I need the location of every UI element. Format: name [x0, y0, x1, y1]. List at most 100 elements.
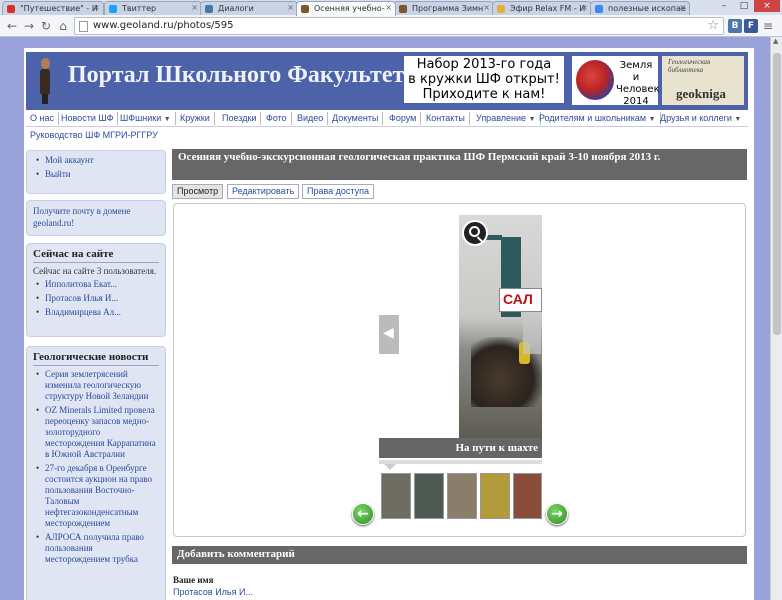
close-tab-icon[interactable]: × — [483, 3, 490, 12]
back-icon[interactable]: ← — [4, 18, 20, 34]
vk-extension-icon[interactable]: В — [728, 19, 742, 33]
home-icon[interactable]: ⌂ — [55, 18, 71, 34]
geokniga-logo[interactable]: Геологическая библиотека geokniga — [662, 56, 744, 105]
logo-text: geokniga — [676, 86, 726, 101]
browser-tab[interactable]: Эфир Relax FM - И × — [492, 1, 592, 15]
logo-arc-text: Геологическая библиотека — [668, 58, 711, 74]
hammer-icon — [301, 5, 309, 13]
tab-view[interactable]: Просмотр — [172, 184, 224, 199]
menu-item-documents[interactable]: Документы — [328, 112, 384, 125]
menu-item-management[interactable]: Управление ▼ — [472, 112, 541, 125]
menu-label: Контакты — [426, 113, 465, 123]
zoom-icon[interactable] — [462, 220, 488, 246]
thumbnail[interactable] — [447, 473, 477, 519]
browser-tab[interactable]: Твиттер × — [104, 1, 202, 15]
arrow-left-icon[interactable]: ← — [352, 503, 374, 525]
thumbnail-track — [379, 460, 542, 464]
menu-icon[interactable]: ≡ — [760, 18, 776, 34]
geo-news-block: Геологические новости Серия землетрясени… — [26, 346, 166, 600]
link-label: Выйти — [45, 169, 71, 179]
news-link[interactable]: 27-го декабря в Оренбурге состоится аукц… — [33, 463, 159, 529]
gallery-next-button[interactable] — [523, 315, 541, 354]
mail-promo-link[interactable]: Получите почту в домене geoland.ru! — [33, 205, 159, 229]
my-account-link[interactable]: Мой аккаунт — [33, 155, 159, 166]
photo-caption: На пути к шахте — [379, 438, 542, 458]
menu-item-video[interactable]: Видео — [293, 112, 329, 125]
close-tab-icon[interactable]: × — [581, 3, 588, 12]
twitter-icon — [109, 5, 117, 13]
maximize-button[interactable]: □ — [734, 0, 754, 12]
site-banner: Портал Школьного Факультета Набор 2013-г… — [26, 52, 748, 111]
page-title: Осенняя учебно-экскурсионная геологическ… — [172, 149, 747, 180]
browser-tab[interactable]: полезные ископае × — [590, 1, 690, 15]
menu-item-about[interactable]: О нас — [26, 112, 59, 125]
browser-tab[interactable]: Программа Зимн × — [394, 1, 494, 15]
menu-label: Документы — [332, 113, 379, 123]
star-icon[interactable]: ☆ — [707, 18, 719, 33]
menu-item-news[interactable]: Новости ШФ — [57, 112, 119, 125]
reload-icon[interactable]: ↻ — [38, 18, 54, 34]
browser-tab[interactable]: Диалоги × — [200, 1, 298, 15]
menu-label: Фото — [266, 113, 287, 123]
announcement-line: Набор 2013-го года — [416, 57, 552, 72]
tab-edit[interactable]: Редактировать — [227, 184, 300, 199]
logout-link[interactable]: Выйти — [33, 169, 159, 180]
link-label: Мой аккаунт — [45, 155, 94, 165]
minimize-button[interactable]: – — [714, 0, 734, 12]
thumbnail[interactable] — [480, 473, 510, 519]
browser-tab-active[interactable]: Осенняя учебно- × — [296, 1, 396, 16]
menu-label: Новости ШФ — [61, 113, 114, 123]
vk-icon — [205, 5, 213, 13]
extension-icon[interactable]: F — [744, 19, 758, 33]
address-bar[interactable]: www.geoland.ru/photos/595 ☆ — [74, 17, 724, 35]
tab-permissions[interactable]: Права доступа — [302, 184, 375, 199]
menu-item-photo[interactable]: Фото — [262, 112, 292, 125]
menu-item-members[interactable]: ШФшники ▼ — [116, 112, 176, 125]
site-title[interactable]: Портал Школьного Факультета — [68, 62, 417, 89]
close-tab-icon[interactable]: × — [679, 3, 686, 12]
news-link[interactable]: АЛРОСА получила право пользования местор… — [33, 532, 159, 565]
scrollbar-thumb[interactable] — [773, 53, 781, 335]
news-link[interactable]: Серия землетрясений изменила геологическ… — [33, 369, 159, 402]
close-tab-icon[interactable]: × — [287, 3, 294, 12]
page-icon — [79, 21, 88, 32]
close-tab-icon[interactable]: × — [93, 3, 100, 12]
thumbnail[interactable] — [414, 473, 444, 519]
menu-label: Друзья и коллеги — [660, 113, 732, 123]
name-label: Ваше имя — [173, 575, 214, 585]
menu-item-trips[interactable]: Поездки — [218, 112, 262, 125]
browser-tab-label: Осенняя учебно- — [314, 4, 385, 13]
google-icon — [595, 5, 603, 13]
thumbnail[interactable] — [381, 473, 411, 519]
menu-item-friends[interactable]: Друзья и коллеги ▼ — [656, 112, 745, 125]
menu-label: Форум — [389, 113, 417, 123]
gallery-prev-button[interactable]: ◀ — [379, 315, 399, 354]
scrollbar[interactable]: ▲ — [770, 37, 782, 600]
enrollment-announcement[interactable]: Набор 2013-го года в кружки ШФ открыт! П… — [404, 56, 564, 103]
earth-and-man-logo[interactable]: Земля и Человек 2014 — [572, 56, 660, 107]
news-link[interactable]: OZ Minerals Limited провела переоценку з… — [33, 405, 159, 460]
thumbnail[interactable] — [513, 473, 542, 519]
arrow-right-icon[interactable]: → — [546, 503, 568, 525]
menu-item-forum[interactable]: Форум — [385, 112, 422, 125]
online-user-link[interactable]: Ипполитова Екат... — [33, 279, 159, 290]
news-title: 27-го декабря в Оренбурге состоится аукц… — [45, 463, 152, 528]
browser-tab[interactable]: "Путешествие" - И × — [2, 1, 104, 15]
menu-item-contacts[interactable]: Контакты — [422, 112, 470, 125]
globe-icon — [576, 60, 614, 100]
close-window-button[interactable]: × — [754, 0, 780, 12]
mail-promo-block: Получите почту в домене geoland.ru! — [26, 200, 166, 236]
logo-text: Земля — [619, 60, 653, 71]
commenter-name-link[interactable]: Протасов Илья И... — [173, 587, 253, 597]
online-user-link[interactable]: Владимирцева Ал... — [33, 307, 159, 318]
menu-item-clubs[interactable]: Кружки — [176, 112, 215, 125]
menu-item-leadership[interactable]: Руководство ШФ МГРИ-РГГРУ — [26, 129, 162, 142]
online-user-link[interactable]: Протасов Илья И... — [33, 293, 159, 304]
scroll-up-icon[interactable]: ▲ — [773, 37, 778, 45]
close-tab-icon[interactable]: × — [191, 3, 198, 12]
menu-item-parents[interactable]: Родителям и школьникам ▼ — [535, 112, 661, 125]
close-tab-icon[interactable]: × — [385, 3, 392, 12]
forward-icon[interactable]: → — [21, 18, 37, 34]
online-summary: Сейчас на сайте 3 пользователя. — [33, 266, 157, 276]
url-text[interactable]: www.geoland.ru/photos/595 — [93, 20, 234, 31]
